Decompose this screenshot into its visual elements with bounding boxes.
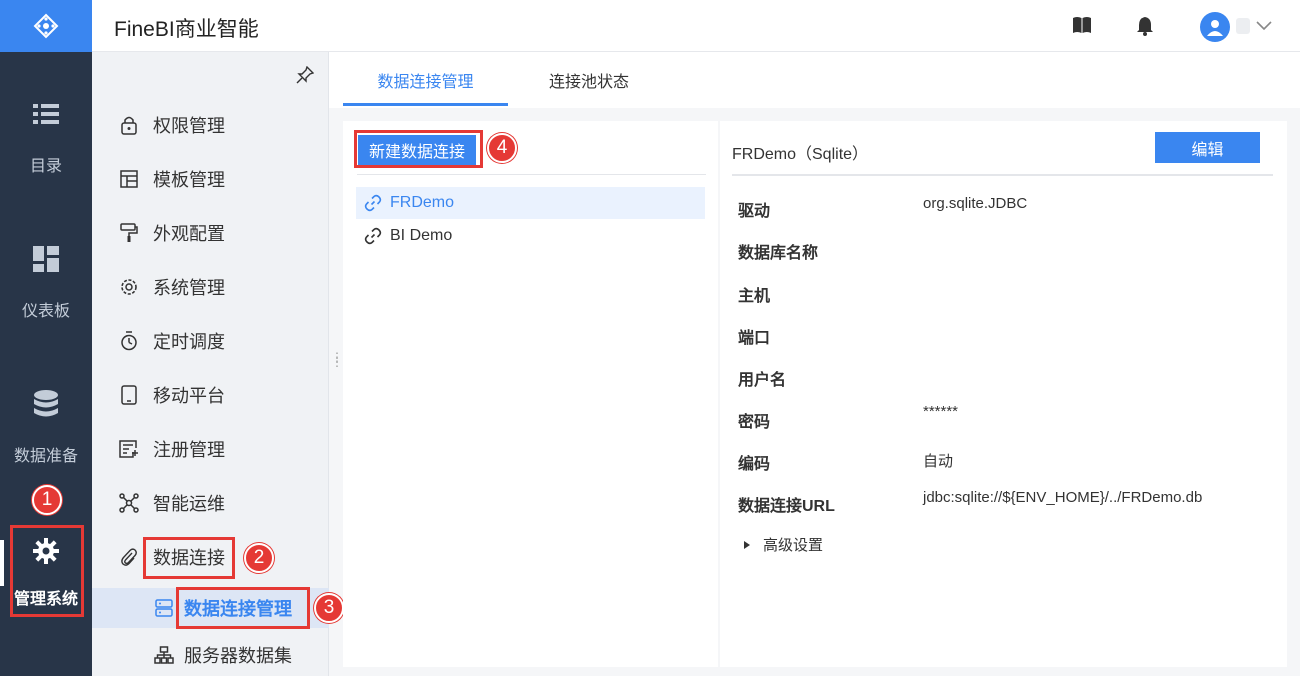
subnav-item-register[interactable]: 注册管理 [92,429,329,469]
field-label-database: 数据库名称 [738,245,819,262]
advanced-settings-label: 高级设置 [763,537,824,554]
active-tab-underline [343,103,508,106]
subnav-item-label: 定时调度 [153,332,225,352]
rail-item-label: 目录 [29,158,62,175]
tab-bar: 数据连接管理 连接池状态 [329,52,1300,108]
connection-detail-panel: FRDemo（Sqlite） 编辑 驱动 org.sqlite.JDBC 数据库… [720,121,1287,667]
link-icon [364,227,382,245]
annotation-box-1 [10,525,84,617]
field-label-encoding: 编码 [738,456,771,473]
network-icon [118,492,140,514]
field-label-driver: 驱动 [738,203,771,220]
rail-item-dashboard[interactable]: 仪表板 [0,245,92,375]
connection-label: FRDemo [390,194,455,211]
annotation-box-4 [354,130,483,168]
rail-item-label: 数据准备 [13,448,78,465]
field-value-password: ****** [923,403,959,420]
annotation-badge-2: 2 [244,543,274,573]
annotation-box-2 [143,537,235,579]
subnav-item-label: 服务器数据集 [184,646,292,666]
subnav-item-label: 注册管理 [153,440,225,460]
register-icon [118,438,140,460]
template-icon [118,168,140,190]
subnav-item-server-dataset[interactable]: 服务器数据集 [92,635,329,675]
username-redacted [1236,18,1250,34]
annotation-badge-1: 1 [32,485,62,515]
advanced-settings-toggle[interactable]: 高级设置 [744,534,823,555]
hierarchy-icon [154,645,174,665]
pin-icon[interactable] [296,65,315,89]
subnav-item-label: 模板管理 [153,170,225,190]
edit-button[interactable]: 编辑 [1155,132,1260,163]
connection-item-frdemo[interactable]: FRDemo [356,187,705,219]
active-indicator [0,540,4,586]
divider [357,174,706,175]
dashboard-icon [32,245,60,273]
subnav-item-permissions[interactable]: 权限管理 [92,105,329,145]
connection-item-bi-demo[interactable]: BI Demo [356,220,705,252]
subnav-item-mobile[interactable]: 移动平台 [92,375,329,415]
rail-item-catalog[interactable]: 目录 [0,100,92,230]
rail-item-label: 仪表板 [21,303,70,320]
tab-pool-status[interactable]: 连接池状态 [529,52,649,108]
link-icon [364,194,382,212]
field-label-password: 密码 [738,414,771,431]
field-value-encoding: 自动 [923,453,954,470]
book-icon[interactable] [1072,16,1092,36]
subnav-item-schedule[interactable]: 定时调度 [92,321,329,361]
resize-handle[interactable]: ⋮ ⋮ [331,351,343,368]
caret-right-icon [744,540,750,549]
logo[interactable] [0,0,92,52]
connection-label: BI Demo [390,227,453,244]
annotation-badge-3: 3 [314,593,344,623]
subnav-item-label: 智能运维 [153,494,225,514]
subnav-item-label: 权限管理 [153,116,225,136]
divider [732,174,1273,176]
annotation-badge-4: 4 [487,133,517,163]
settings-icon [118,276,140,298]
admin-subnav: 权限管理 模板管理 外观配置 系统管理 定时调度 移动平台 注册管理 智能运维 … [92,52,329,676]
database-icon [32,390,60,418]
paperclip-icon [118,546,140,568]
bell-icon[interactable] [1136,16,1156,36]
field-label-port: 端口 [738,330,771,347]
field-label-url: 数据连接URL [738,498,835,515]
tab-connection-manage[interactable]: 数据连接管理 [343,52,508,108]
app-title: FineBI商业智能 [114,18,259,41]
subnav-item-system[interactable]: 系统管理 [92,267,329,307]
annotation-box-3 [176,587,310,629]
subnav-item-label: 移动平台 [153,386,225,406]
lock-icon [118,114,140,136]
field-value-driver: org.sqlite.JDBC [923,195,1028,212]
subnav-item-templates[interactable]: 模板管理 [92,159,329,199]
detail-title: FRDemo（Sqlite） [732,146,869,163]
subnav-item-label: 外观配置 [153,224,225,244]
field-label-host: 主机 [738,288,771,305]
paint-roller-icon [118,222,140,244]
header: FineBI商业智能 [92,0,1300,52]
server-icon [154,598,174,618]
chevron-down-icon[interactable] [1256,17,1272,38]
field-value-url: jdbc:sqlite://${ENV_HOME}/../FRDemo.db [923,489,1203,506]
subnav-item-ops[interactable]: 智能运维 [92,483,329,523]
list-icon [32,100,60,128]
subnav-item-label: 系统管理 [153,278,225,298]
connection-list-panel: 新建数据连接 FRDemo BI Demo [343,121,718,667]
subnav-item-appearance[interactable]: 外观配置 [92,213,329,253]
logo-icon [33,13,59,39]
field-label-username: 用户名 [738,372,787,389]
mobile-icon [118,384,140,406]
timer-icon [118,330,140,352]
user-icon [1207,20,1223,36]
avatar[interactable] [1200,12,1230,42]
